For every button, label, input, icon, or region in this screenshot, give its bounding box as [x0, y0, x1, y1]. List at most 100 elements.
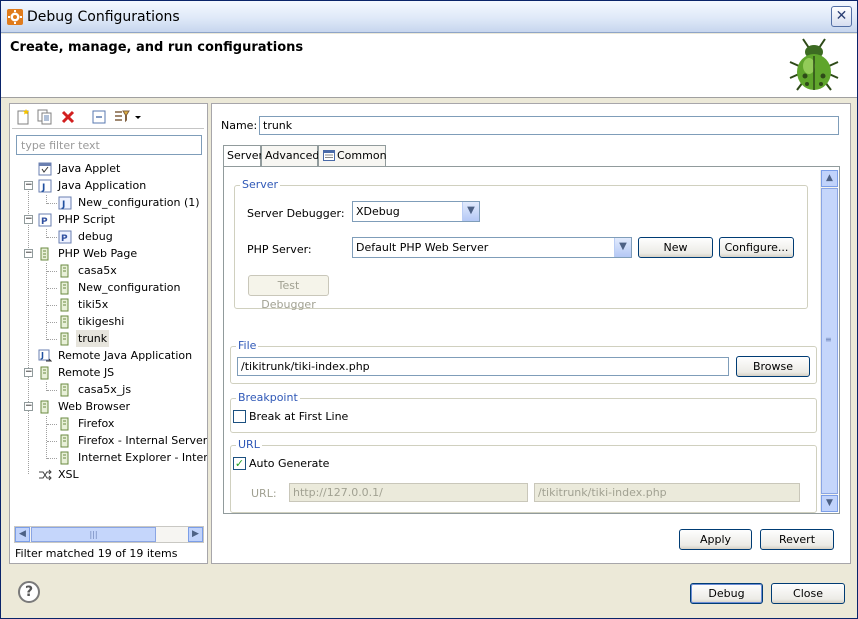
tree-connector — [47, 288, 57, 289]
scroll-right-icon[interactable]: ▶ — [188, 527, 203, 542]
break-at-first-line-checkbox[interactable] — [233, 410, 246, 423]
tree-item-label: Remote JS — [58, 366, 115, 379]
expand-toggle[interactable]: − — [24, 402, 33, 411]
svg-text:J: J — [61, 200, 65, 210]
break-at-first-line-label: Break at First Line — [249, 410, 349, 423]
java-config-icon: J — [58, 196, 72, 210]
file-path-field[interactable]: /tikitrunk/tiki-index.php — [237, 357, 729, 376]
tree-item-label: Java Application — [58, 179, 147, 192]
server-group: Server Server Debugger: XDebug ▼ PHP Ser… — [234, 178, 808, 311]
svg-text:J: J — [40, 351, 44, 360]
toolbar-divider — [12, 128, 204, 129]
filter-status-text: Filter matched 19 of 19 items — [15, 547, 178, 560]
php-web-page-config-icon — [60, 281, 69, 295]
tree-item-label: XSL — [58, 468, 79, 481]
php-server-label: PHP Server: — [247, 243, 312, 256]
php-web-page-config-icon — [60, 332, 69, 346]
scroll-down-icon[interactable]: ▼ — [821, 495, 838, 512]
url-group-title: URL — [236, 438, 262, 451]
server-debugger-select[interactable]: XDebug ▼ — [352, 201, 480, 222]
scroll-left-icon[interactable]: ◀ — [15, 527, 30, 542]
scroll-up-icon[interactable]: ▲ — [821, 170, 838, 187]
tab-server[interactable]: Server — [223, 145, 264, 167]
configure-server-button[interactable]: Configure... — [719, 237, 794, 258]
expand-toggle[interactable]: − — [24, 215, 33, 224]
new-server-button[interactable]: New — [638, 237, 713, 258]
tree-item-label: Remote Java Application — [58, 349, 193, 362]
help-icon: ? — [24, 584, 34, 600]
bug-banner-icon — [789, 38, 839, 91]
delete-configuration-icon[interactable] — [59, 108, 77, 126]
scroll-thumb[interactable]: ≡ — [821, 188, 838, 494]
svg-text:P: P — [61, 234, 68, 244]
test-debugger-button[interactable]: Test Debugger — [248, 275, 329, 311]
tab-label: Common — [337, 149, 387, 162]
tree-connector — [28, 186, 29, 474]
php-server-value: Default PHP Web Server — [356, 241, 489, 254]
web-browser-config-icon — [60, 417, 69, 431]
tree-item-label: trunk — [76, 330, 110, 347]
tree-connector — [47, 237, 57, 238]
duplicate-configuration-icon[interactable] — [36, 108, 54, 126]
chevron-down-icon[interactable]: ▼ — [462, 202, 479, 221]
window-close-button[interactable]: ✕ — [831, 6, 852, 27]
tree-connector — [47, 458, 57, 459]
chevron-down-icon[interactable] — [134, 108, 142, 126]
debug-button[interactable]: Debug — [690, 583, 763, 604]
tree-item-label: Firefox — [78, 417, 115, 430]
url-base-field[interactable]: http://127.0.0.1/ — [289, 483, 528, 502]
chevron-down-icon[interactable]: ▼ — [614, 238, 631, 257]
apply-button[interactable]: Apply — [679, 529, 752, 550]
close-button[interactable]: Close — [771, 583, 845, 604]
expand-toggle[interactable]: − — [24, 249, 33, 258]
tree-item-label: tikigeshi — [78, 315, 125, 328]
tab-label: Server — [227, 149, 264, 162]
web-browser-config-icon — [60, 434, 69, 448]
tree-item-label: PHP Web Page — [58, 247, 138, 260]
common-tab-icon — [323, 150, 335, 161]
url-path-field[interactable]: /tikitrunk/tiki-index.php — [534, 483, 800, 502]
configuration-editor-panel: Name: trunk Server Advanced Common Serve… — [211, 103, 851, 564]
php-web-page-config-icon — [60, 315, 69, 329]
server-debugger-value: XDebug — [356, 205, 400, 218]
tree-connector — [47, 441, 57, 442]
debug-configurations-dialog: Debug Configurations ✕ Create, manage, a… — [0, 0, 858, 619]
tab-vertical-scrollbar[interactable]: ▲ ≡ ▼ — [820, 170, 838, 512]
server-tab-content: Server Server Debugger: XDebug ▼ PHP Ser… — [223, 166, 840, 514]
filter-input[interactable]: type filter text — [16, 135, 202, 155]
tree-item-label: Web Browser — [58, 400, 131, 413]
tree-connector — [47, 322, 57, 323]
revert-button[interactable]: Revert — [760, 529, 834, 550]
tree-connector — [46, 416, 47, 459]
server-debugger-label: Server Debugger: — [247, 207, 345, 220]
tree-item-label: New_configuration — [78, 281, 181, 294]
tree-connector — [47, 271, 57, 272]
tree-item-label: PHP Script — [58, 213, 115, 226]
filter-configurations-icon[interactable] — [113, 108, 131, 126]
tab-label: Advanced — [265, 149, 320, 162]
scroll-thumb[interactable]: ||| — [31, 527, 156, 542]
tree-connector — [47, 339, 57, 340]
tree-item-label: Java Applet — [58, 162, 121, 175]
php-server-select[interactable]: Default PHP Web Server ▼ — [352, 237, 632, 258]
title-bar[interactable]: Debug Configurations ✕ — [1, 1, 857, 33]
new-configuration-icon[interactable] — [15, 108, 33, 126]
browse-button[interactable]: Browse — [736, 356, 810, 377]
name-field[interactable]: trunk — [259, 116, 839, 135]
expand-toggle[interactable]: − — [24, 181, 33, 190]
php-web-page-config-icon — [60, 298, 69, 312]
tab-advanced[interactable]: Advanced — [261, 145, 320, 166]
auto-generate-checkbox[interactable]: ✓ — [233, 457, 246, 470]
expand-toggle[interactable]: − — [24, 368, 33, 377]
remote-js-config-icon — [60, 383, 69, 397]
url-label: URL: — [251, 487, 277, 500]
tab-common[interactable]: Common — [318, 145, 387, 166]
help-button[interactable]: ? — [18, 581, 40, 603]
server-group-title: Server — [240, 178, 281, 191]
tree-horizontal-scrollbar[interactable]: ◀ ||| ▶ — [14, 526, 204, 543]
collapse-all-icon[interactable] — [90, 108, 108, 126]
tree-item-label: New_configuration (1) — [78, 196, 200, 209]
tree-connector — [47, 424, 57, 425]
window-title: Debug Configurations — [27, 9, 180, 25]
java-applet-icon — [38, 162, 52, 176]
